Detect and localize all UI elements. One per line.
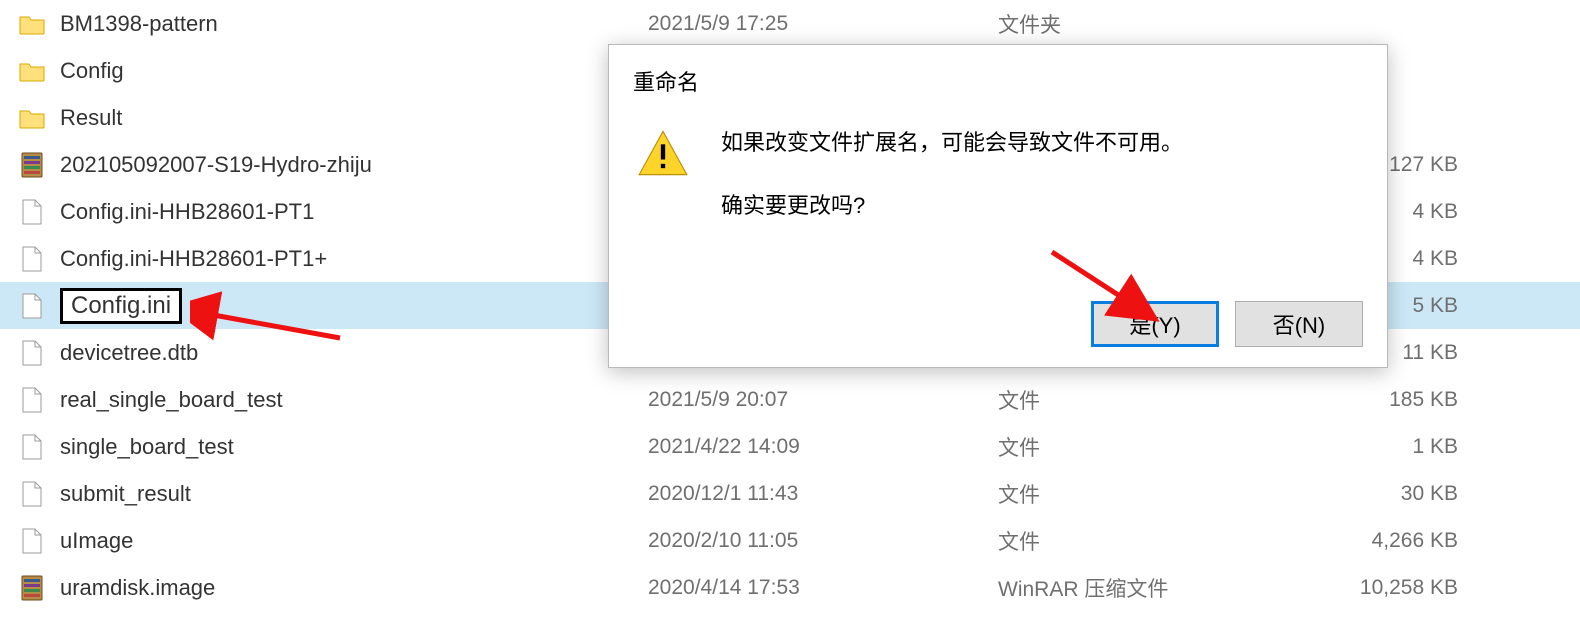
doc-icon bbox=[18, 245, 46, 273]
file-size: 185 KB bbox=[1258, 388, 1478, 412]
rar-icon bbox=[18, 574, 46, 602]
file-name: uImage bbox=[60, 528, 648, 554]
file-name: single_board_test bbox=[60, 434, 648, 460]
file-row[interactable]: BM1398-pattern2021/5/9 17:25文件夹 bbox=[0, 0, 1580, 47]
file-date: 2021/4/22 14:09 bbox=[648, 435, 998, 459]
file-type: 文件 bbox=[998, 385, 1258, 415]
file-type: 文件夹 bbox=[998, 9, 1258, 39]
file-name: uramdisk.image bbox=[60, 575, 648, 601]
file-name: real_single_board_test bbox=[60, 387, 648, 413]
file-date: 2020/2/10 11:05 bbox=[648, 529, 998, 553]
file-size: 1 KB bbox=[1258, 435, 1478, 459]
file-name: BM1398-pattern bbox=[60, 11, 648, 37]
rar-icon bbox=[18, 151, 46, 179]
warning-icon bbox=[637, 129, 695, 223]
file-size: 4,266 KB bbox=[1258, 529, 1478, 553]
folder-icon bbox=[18, 104, 46, 132]
file-type: WinRAR 压缩文件 bbox=[998, 573, 1258, 603]
file-date: 2021/5/9 20:07 bbox=[648, 388, 998, 412]
file-date: 2020/4/14 17:53 bbox=[648, 576, 998, 600]
doc-icon bbox=[18, 527, 46, 555]
file-size: 30 KB bbox=[1258, 482, 1478, 506]
file-name: Config.ini bbox=[60, 288, 648, 324]
dialog-buttons: 是(Y) 否(N) bbox=[1091, 301, 1363, 347]
file-date: 2021/5/9 17:25 bbox=[648, 12, 998, 36]
doc-icon bbox=[18, 480, 46, 508]
file-name: submit_result bbox=[60, 481, 648, 507]
file-name: Result bbox=[60, 105, 648, 131]
no-button[interactable]: 否(N) bbox=[1235, 301, 1363, 347]
file-name: 202105092007-S19-Hydro-zhiju bbox=[60, 152, 648, 178]
doc-icon bbox=[18, 292, 46, 320]
dialog-message-line1: 如果改变文件扩展名，可能会导致文件不可用。 bbox=[721, 125, 1183, 160]
file-row[interactable]: uramdisk.image2020/4/14 17:53WinRAR 压缩文件… bbox=[0, 564, 1580, 611]
doc-icon bbox=[18, 433, 46, 461]
file-name: Config bbox=[60, 58, 648, 84]
dialog-title: 重命名 bbox=[609, 45, 1387, 107]
file-name: Config.ini-HHB28601-PT1 bbox=[60, 199, 648, 225]
file-type: 文件 bbox=[998, 479, 1258, 509]
file-row[interactable]: uImage2020/2/10 11:05文件4,266 KB bbox=[0, 517, 1580, 564]
dialog-body: 如果改变文件扩展名，可能会导致文件不可用。 确实要更改吗? bbox=[609, 107, 1387, 223]
rename-dialog: 重命名 如果改变文件扩展名，可能会导致文件不可用。 确实要更改吗? 是(Y) 否… bbox=[608, 44, 1388, 368]
file-name: devicetree.dtb bbox=[60, 340, 648, 366]
folder-icon bbox=[18, 57, 46, 85]
file-name: Config.ini-HHB28601-PT1+ bbox=[60, 246, 648, 272]
dialog-message: 如果改变文件扩展名，可能会导致文件不可用。 确实要更改吗? bbox=[721, 125, 1183, 223]
file-row[interactable]: single_board_test2021/4/22 14:09文件1 KB bbox=[0, 423, 1580, 470]
file-row[interactable]: submit_result2020/12/1 11:43文件30 KB bbox=[0, 470, 1580, 517]
yes-button[interactable]: 是(Y) bbox=[1091, 301, 1219, 347]
rename-input[interactable]: Config.ini bbox=[60, 288, 182, 324]
doc-icon bbox=[18, 198, 46, 226]
doc-icon bbox=[18, 386, 46, 414]
file-date: 2020/12/1 11:43 bbox=[648, 482, 998, 506]
file-size: 10,258 KB bbox=[1258, 576, 1478, 600]
file-type: 文件 bbox=[998, 526, 1258, 556]
file-type: 文件 bbox=[998, 432, 1258, 462]
file-row[interactable]: real_single_board_test2021/5/9 20:07文件18… bbox=[0, 376, 1580, 423]
doc-icon bbox=[18, 339, 46, 367]
folder-icon bbox=[18, 10, 46, 38]
dialog-message-line2: 确实要更改吗? bbox=[721, 188, 1183, 223]
